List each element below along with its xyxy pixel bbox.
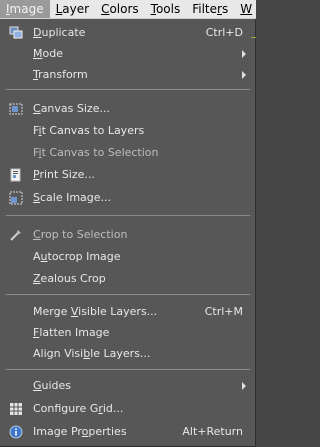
menu-item-label: Flatten Image xyxy=(33,326,110,339)
menu-colors[interactable]: Colors xyxy=(95,0,145,18)
menu-tools[interactable]: Tools xyxy=(145,0,187,18)
menu-windows[interactable]: W xyxy=(234,0,258,18)
menu-item-configure-grid[interactable]: Configure Grid... xyxy=(0,398,255,420)
menu-item-label: Print Size... xyxy=(33,168,95,181)
menu-item-zealous-crop[interactable]: Zealous Crop xyxy=(0,268,255,290)
menu-item-fit-canvas-to-layers[interactable]: Fit Canvas to Layers xyxy=(0,120,255,142)
menu-item-fit-canvas-to-selection[interactable]: Fit Canvas to Selection xyxy=(0,142,255,164)
menu-item-label: Image Properties xyxy=(33,425,127,438)
submenu-arrow-icon xyxy=(242,50,246,58)
canvas-size-icon xyxy=(9,103,23,115)
menu-item-crop-to-selection[interactable]: Crop to Selection xyxy=(0,224,255,246)
menu-separator xyxy=(6,89,250,90)
menu-item-duplicate[interactable]: Duplicate Ctrl+D xyxy=(0,22,255,44)
menu-separator xyxy=(6,369,250,370)
menu-item-label: Autocrop Image xyxy=(33,250,121,263)
menu-separator xyxy=(6,294,250,295)
shortcut-label: Alt+Return xyxy=(182,425,243,438)
menu-item-label: Configure Grid... xyxy=(33,402,124,415)
menu-item-canvas-size[interactable]: Canvas Size... xyxy=(0,98,255,120)
menu-item-label: Duplicate xyxy=(33,26,86,39)
menu-item-label: Scale Image... xyxy=(33,191,112,204)
menubar: Image Layer Colors Tools Filters W xyxy=(0,0,256,19)
menu-item-label: Zealous Crop xyxy=(33,272,106,285)
menu-item-transform[interactable]: Transform xyxy=(0,64,255,86)
menu-item-guides[interactable]: Guides xyxy=(0,375,255,397)
menu-item-autocrop-image[interactable]: Autocrop Image xyxy=(0,246,255,268)
duplicate-icon xyxy=(9,26,23,39)
menu-item-label: Merge Visible Layers... xyxy=(33,305,158,318)
menu-item-merge-visible-layers[interactable]: Merge Visible Layers... Ctrl+M xyxy=(0,301,255,323)
menu-item-label: Fit Canvas to Layers xyxy=(33,124,145,137)
submenu-arrow-icon xyxy=(242,382,246,390)
shortcut-label: Ctrl+D xyxy=(205,26,243,39)
submenu-arrow-icon xyxy=(242,71,246,79)
menu-item-flatten-image[interactable]: Flatten Image xyxy=(0,322,255,344)
canvas-edge-mark xyxy=(251,37,256,38)
print-size-icon xyxy=(10,168,21,182)
menu-separator xyxy=(6,215,250,216)
menu-item-label: Crop to Selection xyxy=(33,228,128,241)
grid-icon xyxy=(10,403,22,415)
info-icon xyxy=(9,425,23,439)
menu-item-label: Align Visible Layers... xyxy=(33,347,151,360)
menu-item-align-visible-layers[interactable]: Align Visible Layers... xyxy=(0,343,255,365)
menu-item-label: Mode xyxy=(33,47,63,60)
menu-filters[interactable]: Filters xyxy=(186,0,234,18)
menu-item-label: Fit Canvas to Selection xyxy=(33,146,159,159)
menu-image[interactable]: Image xyxy=(0,0,50,18)
crop-icon xyxy=(10,230,21,241)
menu-item-mode[interactable]: Mode xyxy=(0,43,255,65)
menu-item-label: Guides xyxy=(33,379,72,392)
menu-item-scale-image[interactable]: Scale Image... xyxy=(0,187,255,209)
menu-item-print-size[interactable]: Print Size... xyxy=(0,164,255,186)
scale-image-icon xyxy=(9,191,23,205)
menu-layer[interactable]: Layer xyxy=(50,0,95,18)
shortcut-label: Ctrl+M xyxy=(204,305,243,318)
menu-item-label: Canvas Size... xyxy=(33,102,110,115)
image-dropdown-menu: Duplicate Ctrl+D Mode Transform Canvas S… xyxy=(0,19,256,447)
menu-item-image-properties[interactable]: Image Properties Alt+Return xyxy=(0,421,255,443)
menu-item-label: Transform xyxy=(33,68,88,81)
